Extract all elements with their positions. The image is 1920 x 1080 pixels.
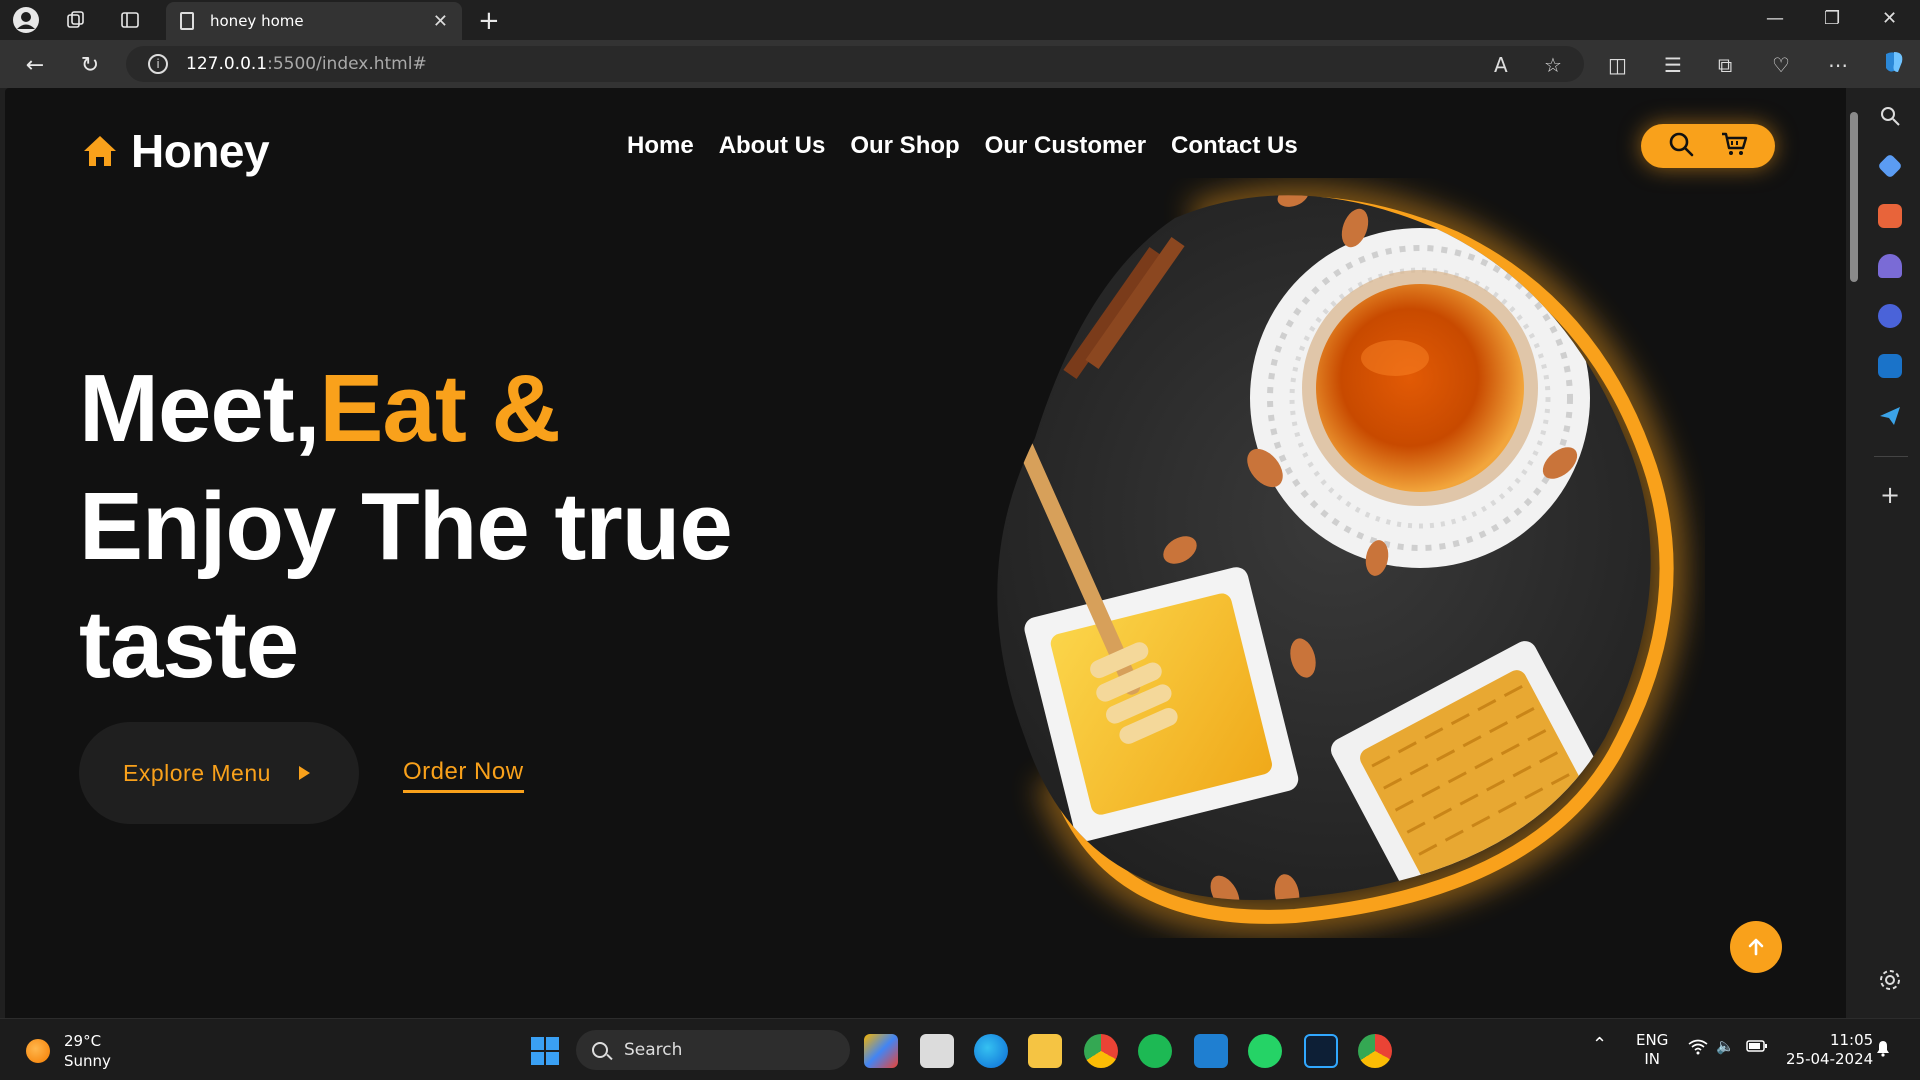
browser-tab-bar: honey home ✕ + — ❐ ✕ — [0, 0, 1920, 40]
add-sidebar-app-icon[interactable]: + — [1878, 483, 1902, 508]
sidebar-search-icon[interactable] — [1878, 104, 1902, 128]
workspaces-icon[interactable] — [62, 6, 90, 34]
lang-code: ENG — [1636, 1031, 1669, 1049]
notification-bell-icon[interactable] — [1874, 1039, 1892, 1062]
browser-essentials-icon[interactable]: ♡ — [1772, 53, 1790, 77]
chrome-icon[interactable] — [1084, 1034, 1118, 1068]
scroll-to-top-button[interactable] — [1730, 921, 1782, 973]
close-window-button[interactable]: ✕ — [1882, 8, 1897, 29]
minimize-button[interactable]: — — [1766, 8, 1784, 29]
windows-taskbar: 29°C Sunny Search ⌃ ENG IN 🔈 11:05 25-04… — [0, 1018, 1920, 1080]
start-button[interactable] — [528, 1034, 562, 1068]
profile-icon[interactable] — [12, 6, 40, 34]
show-hidden-icons[interactable]: ⌃ — [1592, 1035, 1607, 1054]
order-now-link[interactable]: Order Now — [403, 758, 524, 793]
scrollbar-thumb[interactable] — [1850, 112, 1858, 282]
more-menu-icon[interactable]: ⋯ — [1828, 53, 1848, 77]
url-path: :5500/index.html# — [267, 54, 427, 74]
language-indicator[interactable]: ENG IN — [1636, 1031, 1668, 1069]
explore-menu-label: Explore Menu — [123, 759, 271, 786]
tab-honey-home[interactable]: honey home ✕ — [166, 2, 462, 40]
brand-logo[interactable]: Honey — [83, 124, 270, 178]
battery-icon[interactable] — [1746, 1039, 1768, 1058]
hero-line1-accent: Eat & — [319, 355, 560, 462]
page-scrollbar[interactable] — [1846, 88, 1862, 1018]
hero-image — [965, 178, 1705, 938]
copilot-pre-icon[interactable] — [864, 1034, 898, 1068]
microsoft365-icon[interactable] — [1878, 304, 1902, 328]
back-button[interactable]: ← — [20, 50, 50, 80]
refresh-button[interactable]: ↻ — [75, 50, 105, 80]
favorite-star-icon[interactable]: ☆ — [1544, 53, 1562, 77]
split-screen-icon[interactable]: ◫ — [1608, 53, 1627, 77]
url-host: 127.0.0.1 — [186, 54, 268, 74]
restore-button[interactable]: ❐ — [1824, 8, 1840, 29]
address-bar[interactable]: i 127.0.0.1:5500/index.html# — [126, 46, 1584, 82]
outlook-icon[interactable] — [1878, 354, 1902, 378]
send-icon[interactable] — [1878, 404, 1902, 428]
nav-our-customer[interactable]: Our Customer — [985, 132, 1146, 160]
games-icon[interactable] — [1878, 254, 1902, 278]
chrome-profile-icon[interactable] — [1358, 1034, 1392, 1068]
edge-icon[interactable] — [974, 1034, 1008, 1068]
hero-line1-white: Meet, — [79, 355, 320, 462]
wifi-icon[interactable] — [1688, 1039, 1708, 1060]
task-view-icon[interactable] — [920, 1034, 954, 1068]
page-icon — [180, 12, 194, 30]
shopping-tag-icon[interactable] — [1877, 153, 1903, 179]
taskbar-search-label: Search — [624, 1040, 683, 1060]
favorites-icon[interactable]: ☰ — [1664, 53, 1682, 77]
volume-icon[interactable]: 🔈 — [1716, 1037, 1735, 1056]
hero-heading: Meet,Eat & Enjoy The true taste — [79, 350, 733, 704]
arrow-up-icon — [1748, 938, 1764, 956]
search-icon[interactable] — [1668, 131, 1694, 161]
browser-toolbar: ← ↻ i 127.0.0.1:5500/index.html# A ☆ ◫ ☰… — [0, 40, 1920, 88]
cart-icon[interactable] — [1720, 131, 1748, 161]
weather-temp: 29°C — [64, 1032, 102, 1050]
nav-about-us[interactable]: About Us — [719, 132, 826, 160]
close-tab-icon[interactable]: ✕ — [433, 11, 448, 32]
weather-desc: Sunny — [64, 1052, 111, 1070]
clock-date: 25-04-2024 — [1786, 1050, 1874, 1068]
brand-name: Honey — [131, 125, 270, 177]
tools-icon[interactable] — [1878, 204, 1902, 228]
header-actions — [1641, 124, 1775, 168]
page-viewport: Honey Home About Us Our Shop Our Custome… — [5, 88, 1846, 1018]
tab-title: honey home — [210, 12, 304, 30]
taskbar-search[interactable]: Search — [576, 1030, 850, 1070]
whatsapp-icon[interactable] — [1248, 1034, 1282, 1068]
copilot-icon[interactable] — [1880, 48, 1908, 81]
weather-widget[interactable]: 29°C Sunny — [26, 1031, 111, 1071]
clock-time: 11:05 — [1829, 1031, 1874, 1049]
nav-our-shop[interactable]: Our Shop — [850, 132, 959, 160]
collections-icon[interactable]: ⧉ — [1718, 53, 1732, 77]
file-explorer-icon[interactable] — [1028, 1034, 1062, 1068]
search-icon — [592, 1042, 608, 1058]
read-aloud-icon[interactable]: A — [1494, 53, 1508, 77]
browser-sidebar: + — [1862, 88, 1920, 1018]
spotify-icon[interactable] — [1138, 1034, 1172, 1068]
photoshop-icon[interactable] — [1304, 1034, 1338, 1068]
nav-home[interactable]: Home — [627, 132, 694, 160]
clock[interactable]: 11:05 25-04-2024 — [1786, 1031, 1873, 1069]
tab-actions-icon[interactable] — [116, 6, 144, 34]
site-info-icon[interactable]: i — [148, 54, 168, 74]
play-icon — [298, 766, 310, 780]
explore-menu-button[interactable]: Explore Menu — [79, 722, 359, 824]
sidebar-divider — [1874, 456, 1908, 457]
region-code: IN — [1644, 1050, 1660, 1068]
hero-line2: Enjoy The true — [79, 473, 733, 580]
home-icon — [83, 134, 117, 168]
sidebar-settings-icon[interactable] — [1878, 968, 1902, 992]
vscode-icon[interactable] — [1194, 1034, 1228, 1068]
hero-line3: taste — [79, 591, 299, 698]
main-nav: Home About Us Our Shop Our Customer Cont… — [627, 132, 1298, 160]
nav-contact-us[interactable]: Contact Us — [1171, 132, 1298, 160]
sun-icon — [26, 1039, 50, 1063]
new-tab-button[interactable]: + — [478, 6, 500, 36]
